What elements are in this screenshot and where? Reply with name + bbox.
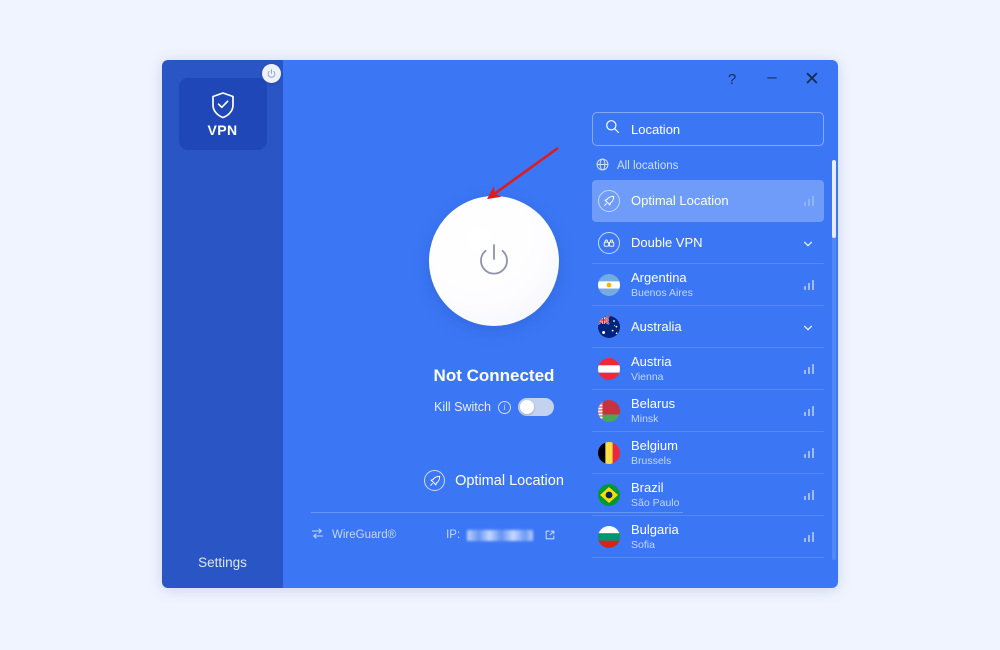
flag-bulgaria (598, 525, 620, 548)
swap-arrows-icon (311, 527, 324, 543)
shield-check-icon (210, 91, 236, 119)
list-item-text: Brazil São Paulo (631, 479, 804, 510)
list-item-city: Brussels (631, 455, 672, 467)
sidebar-item-vpn[interactable]: VPN (178, 78, 267, 150)
main-panel: ? – ✕ Not Connected Kill Switch i Optima… (283, 60, 838, 588)
protocol-label: WireGuard® (332, 529, 397, 541)
rocket-icon (598, 189, 620, 212)
list-item-text: Double VPN (631, 234, 802, 252)
info-icon[interactable]: i (497, 400, 511, 414)
signal-bars-icon (803, 531, 814, 542)
signal-bars-icon (803, 279, 814, 290)
sidebar-item-settings-label: Settings (198, 555, 247, 570)
signal-bars-icon (803, 195, 814, 206)
list-item-name: Bulgaria (631, 522, 679, 537)
list-item-belarus[interactable]: Belarus Minsk (592, 390, 824, 432)
list-item-text: Australia (631, 318, 802, 336)
ip-label: IP: (446, 529, 461, 541)
list-item-austria[interactable]: Austria Vienna (592, 348, 824, 390)
list-item-city: São Paulo (631, 497, 680, 509)
list-item-name: Argentina (631, 270, 687, 285)
list-item-bulgaria[interactable]: Bulgaria Sofia (592, 516, 824, 558)
kill-switch-label: Kill Switch (434, 400, 491, 414)
list-item-australia[interactable]: Australia (592, 306, 824, 348)
minimize-button[interactable]: – (762, 68, 782, 85)
list-item-city: Sofia (631, 539, 655, 551)
flag-australia (598, 315, 620, 338)
sidebar-item-vpn-label: VPN (207, 121, 238, 138)
list-item-belgium[interactable]: Belgium Brussels (592, 432, 824, 474)
list-item-city: Minsk (631, 413, 659, 425)
signal-bars-icon (803, 447, 814, 458)
list-item-optimal-location[interactable]: Optimal Location (592, 180, 824, 222)
power-icon (473, 238, 515, 285)
vpn-app-window: VPN Settings ? – ✕ Not Connected Kill Sw… (162, 60, 838, 588)
power-badge-icon[interactable] (262, 64, 281, 83)
help-button[interactable]: ? (722, 72, 742, 87)
ip-value-redacted (467, 529, 534, 541)
list-item-name: Double VPN (631, 234, 703, 250)
list-item-name: Belarus (631, 396, 676, 411)
kill-switch-knob (519, 400, 534, 414)
list-item-name: Optimal Location (631, 192, 729, 208)
kill-switch-toggle[interactable] (517, 398, 554, 416)
list-item-name: Belgium (631, 438, 678, 453)
signal-bars-icon (803, 405, 814, 416)
location-panel: All locations Optimal Location (584, 60, 838, 588)
all-locations-header: All locations (592, 158, 824, 174)
scrollbar-thumb[interactable] (832, 160, 836, 238)
list-item-city: Vienna (631, 371, 664, 383)
ip-indicator: IP: (446, 529, 556, 541)
chevron-down-icon[interactable] (802, 321, 814, 333)
signal-bars-icon (803, 363, 814, 374)
sidebar: VPN Settings (162, 60, 283, 588)
rocket-icon (424, 470, 446, 491)
selected-location-label: Optimal Location (455, 472, 564, 489)
flag-austria (598, 357, 620, 380)
list-item-brazil[interactable]: Brazil São Paulo (592, 474, 824, 516)
list-item-text: Argentina Buenos Aires (631, 269, 804, 300)
list-item-text: Bulgaria Sofia (631, 521, 804, 552)
location-list[interactable]: Optimal Location Double VPN Argentina Bu… (592, 180, 824, 574)
signal-bars-icon (803, 489, 814, 500)
flag-brazil (598, 483, 620, 506)
list-item-city: Buenos Aires (631, 287, 693, 299)
search-input[interactable] (631, 121, 811, 137)
all-locations-label: All locations (617, 160, 679, 172)
window-controls: ? – ✕ (722, 60, 838, 98)
sidebar-item-settings[interactable]: Settings (162, 555, 283, 570)
list-item-name: Austria (631, 354, 672, 369)
search-icon (605, 119, 620, 139)
list-item-argentina[interactable]: Argentina Buenos Aires (592, 264, 824, 306)
list-item-name: Brazil (631, 480, 664, 495)
power-connect-button[interactable] (429, 196, 559, 326)
chevron-down-icon[interactable] (802, 237, 814, 249)
list-item-text: Belarus Minsk (631, 395, 804, 426)
protocol-indicator[interactable]: WireGuard® (311, 527, 396, 543)
list-item-text: Optimal Location (631, 192, 804, 210)
flag-belgium (598, 441, 620, 464)
location-search-box[interactable] (592, 112, 824, 146)
list-item-text: Austria Vienna (631, 353, 804, 384)
external-link-icon[interactable] (544, 529, 556, 541)
location-list-scrollbar[interactable] (832, 160, 836, 560)
list-item-text: Belgium Brussels (631, 437, 804, 468)
double-vpn-icon (598, 231, 620, 254)
globe-icon (596, 158, 609, 174)
list-item-double-vpn[interactable]: Double VPN (592, 222, 824, 264)
close-button[interactable]: ✕ (802, 70, 822, 89)
flag-belarus (598, 399, 620, 422)
flag-argentina (598, 273, 620, 296)
list-item-name: Australia (631, 318, 682, 334)
